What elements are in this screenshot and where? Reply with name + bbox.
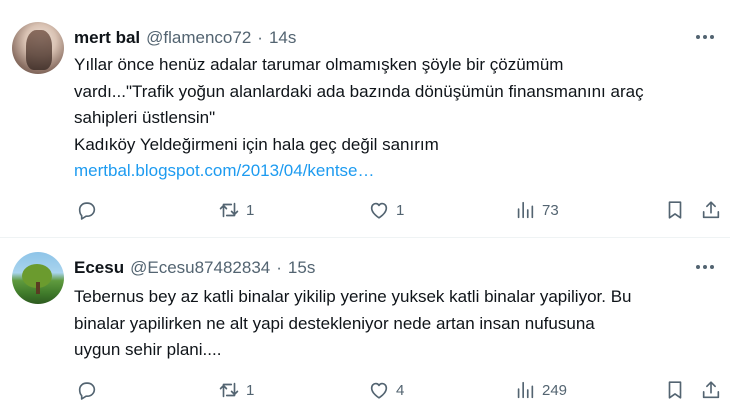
views-button[interactable]: 73: [514, 196, 559, 224]
bookmark-icon: [668, 201, 682, 219]
tweet-text: Yıllar önce henüz adalar tarumar olmamış…: [74, 52, 714, 185]
views-icon: [517, 201, 534, 219]
tweet-text-line: sahipleri üstlensin": [74, 108, 216, 127]
retweet-icon: [219, 202, 239, 218]
separator: ·: [257, 28, 263, 47]
reply-button[interactable]: [76, 376, 104, 404]
timestamp[interactable]: 14s: [269, 28, 296, 48]
tweet[interactable]: mert bal @flamenco72 · 14s Yıllar önce h…: [0, 0, 730, 237]
tweet-text: Tebernus bey az katli binalar yikilip ye…: [74, 284, 714, 364]
bookmark-icon: [668, 381, 682, 399]
views-icon: [517, 381, 534, 399]
author-name[interactable]: Ecesu: [74, 258, 124, 278]
author-name[interactable]: mert bal: [74, 28, 140, 48]
like-button[interactable]: 4: [368, 376, 404, 404]
retweet-button[interactable]: 1: [218, 196, 254, 224]
tweet-text-line: Yıllar önce henüz adalar tarumar olmamış…: [74, 55, 564, 74]
share-icon: [702, 201, 720, 219]
tweet-text-line: binalar yapilirken ne alt yapi desteklen…: [74, 313, 595, 333]
reply-icon: [78, 382, 96, 400]
views-count: 73: [542, 201, 559, 219]
more-icon[interactable]: [694, 262, 716, 272]
action-bar: 1 4 249: [74, 376, 724, 404]
bookmark-button[interactable]: [664, 376, 686, 404]
reply-button[interactable]: [76, 196, 104, 224]
tweet-text-line: Tebernus bey az katli binalar yikilip ye…: [74, 287, 632, 306]
like-button[interactable]: 1: [368, 196, 404, 224]
like-icon: [370, 382, 388, 399]
like-count: 1: [396, 201, 405, 219]
share-button[interactable]: [700, 376, 722, 404]
views-count: 249: [542, 381, 568, 399]
tweet-text-line: vardı..."Trafik yoğun alanlardaki ada ba…: [74, 81, 644, 101]
share-icon: [702, 381, 720, 399]
tweet-text-line: uygun sehir plani....: [74, 340, 222, 359]
retweet-icon: [219, 382, 239, 398]
like-icon: [370, 202, 388, 219]
views-button[interactable]: 249: [514, 376, 567, 404]
avatar[interactable]: [12, 252, 64, 304]
bookmark-button[interactable]: [664, 196, 686, 224]
retweet-button[interactable]: 1: [218, 376, 254, 404]
retweet-count: 1: [246, 201, 255, 219]
tweet-link[interactable]: mertbal.blogspot.com/2013/04/kentse…: [74, 158, 714, 185]
avatar[interactable]: [12, 22, 64, 74]
separator: ·: [276, 258, 282, 277]
share-button[interactable]: [700, 196, 722, 224]
tweet-header: mert bal @flamenco72 · 14s: [74, 28, 296, 48]
author-handle[interactable]: @Ecesu87482834: [130, 258, 270, 278]
retweet-count: 1: [246, 381, 255, 399]
like-count: 4: [396, 381, 405, 399]
tweet-header: Ecesu @Ecesu87482834 · 15s: [74, 258, 315, 278]
tweet-text-line: Kadıköy Yeldeğirmeni için hala geç değil…: [74, 134, 439, 154]
tweet[interactable]: Ecesu @Ecesu87482834 · 15s Tebernus bey …: [0, 238, 730, 420]
action-bar: 1 1 73: [74, 196, 724, 224]
author-handle[interactable]: @flamenco72: [146, 28, 251, 48]
timestamp[interactable]: 15s: [288, 258, 315, 278]
reply-icon: [78, 202, 96, 220]
more-icon[interactable]: [694, 32, 716, 42]
